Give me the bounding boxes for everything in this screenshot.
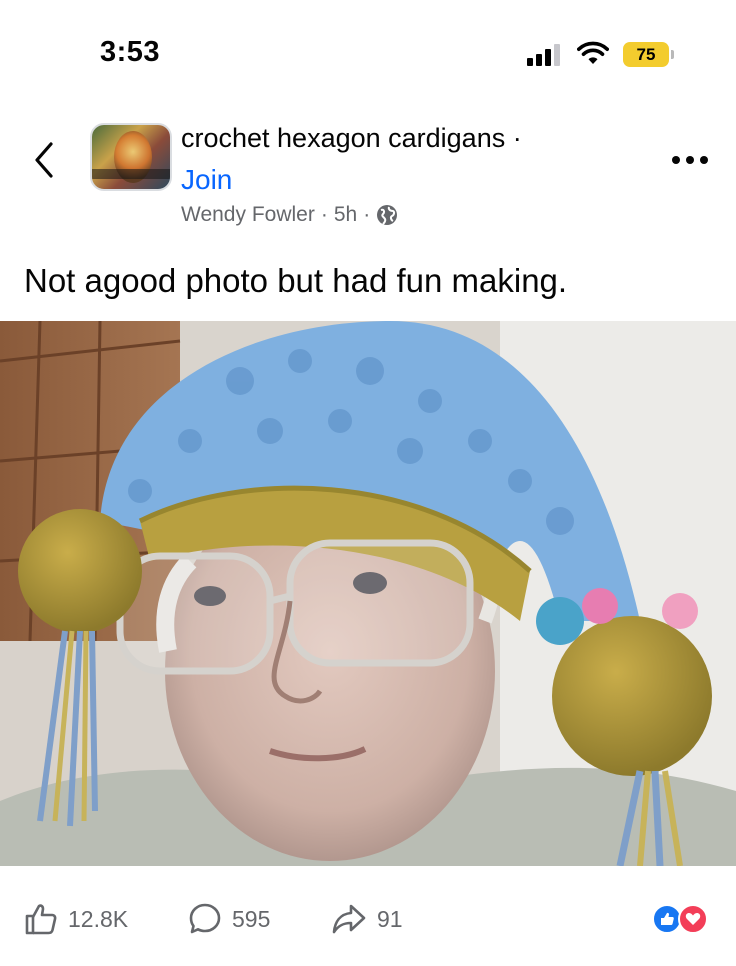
post-photo[interactable] [0,321,736,866]
author-name[interactable]: Wendy Fowler [181,203,315,227]
photo-illustration [0,321,736,866]
post-screen: 3:53 75 crochet hexagon cardigans · Join… [0,0,736,966]
reaction-bar: 12.8K 595 91 [0,870,736,966]
post-meta: Wendy Fowler · 5h · [181,203,398,227]
battery-icon: 75 [623,42,669,67]
comment-bubble-icon [189,903,221,934]
join-group-link[interactable]: Join [181,164,232,196]
share-arrow-icon [332,904,366,934]
wifi-icon [577,41,609,64]
cellular-signal-icon [527,42,560,66]
reaction-summary[interactable] [652,902,716,936]
comment-count: 595 [232,905,271,932]
chevron-left-icon [35,142,53,178]
meta-separator: · [320,203,328,226]
globe-icon [377,205,398,225]
like-count: 12.8K [68,905,129,932]
group-name-row: crochet hexagon cardigans · [181,123,522,154]
back-button[interactable] [28,140,60,180]
thumbs-up-icon [25,904,57,935]
like-button[interactable]: 12.8K [24,902,128,936]
meta-separator: · [363,203,371,226]
comment-button[interactable]: 595 [188,902,270,936]
status-time: 3:53 [100,36,161,68]
share-count: 91 [377,905,403,932]
post-time[interactable]: 5h [334,203,357,227]
battery-cap [671,50,674,59]
more-options-button[interactable] [672,150,712,170]
share-button[interactable]: 91 [331,902,403,936]
love-reaction-icon [678,904,708,934]
post-caption: Not agood photo but had fun making. [24,262,568,299]
status-bar: 3:53 75 [0,0,736,100]
group-avatar[interactable] [90,123,172,191]
group-separator: · [512,123,522,153]
group-name-link[interactable]: crochet hexagon cardigans [181,123,505,153]
